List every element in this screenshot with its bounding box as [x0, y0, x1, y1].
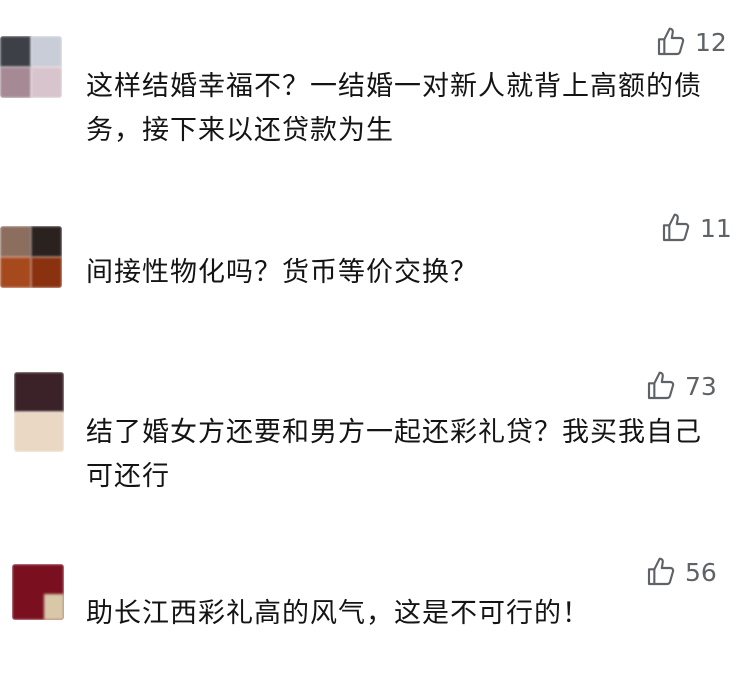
comment-text: 助长江西彩礼高的风气，这是不可行的！ — [86, 598, 590, 629]
like-button[interactable]: 56 — [645, 556, 717, 588]
comment-item: 56 助长江西彩礼高的风气，这是不可行的！ — [0, 0, 750, 675]
like-count: 56 — [685, 557, 717, 587]
thumbs-up-icon — [645, 556, 677, 588]
avatar[interactable] — [12, 564, 64, 620]
